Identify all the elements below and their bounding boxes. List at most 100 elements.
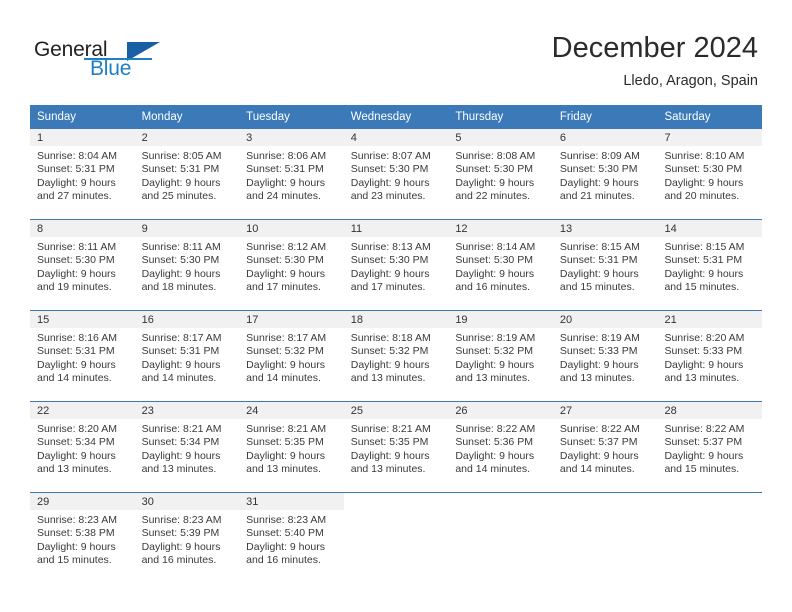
day-details: Sunrise: 8:23 AM Sunset: 5:39 PM Dayligh… [135, 510, 240, 568]
calendar-grid: Sunday Monday Tuesday Wednesday Thursday… [30, 105, 763, 575]
day-cell[interactable]: 28 Sunrise: 8:22 AM Sunset: 5:37 PM Dayl… [657, 402, 763, 484]
sunset-text: Sunset: 5:33 PM [559, 345, 638, 358]
daylight-text-line1: Daylight: 9 hours [246, 540, 325, 553]
daylight-text-line2: and 27 minutes. [37, 190, 112, 203]
day-cell[interactable]: 8 Sunrise: 8:11 AM Sunset: 5:30 PM Dayli… [30, 220, 135, 302]
day-cell[interactable]: 4 Sunrise: 8:07 AM Sunset: 5:30 PM Dayli… [343, 129, 449, 211]
daylight-text-line2: and 13 minutes. [141, 463, 217, 476]
day-number: 17 [239, 311, 344, 328]
day-cell[interactable]: 5 Sunrise: 8:08 AM Sunset: 5:30 PM Dayli… [448, 129, 553, 211]
sunset-text: Sunset: 5:37 PM [664, 436, 743, 449]
day-cell[interactable]: 30 Sunrise: 8:23 AM Sunset: 5:39 PM Dayl… [134, 493, 240, 575]
sunrise-text: Sunrise: 8:14 AM [455, 241, 536, 253]
day-number [344, 493, 449, 510]
sunset-text: Sunset: 5:34 PM [37, 436, 115, 449]
daylight-text-line2: and 24 minutes. [246, 190, 321, 203]
calendar-page: General Blue December 2024 Lledo, Aragon… [0, 0, 792, 612]
day-cell[interactable]: 27 Sunrise: 8:22 AM Sunset: 5:37 PM Dayl… [552, 402, 658, 484]
general-blue-logo[interactable]: General Blue [34, 38, 160, 84]
day-cell[interactable]: 25 Sunrise: 8:21 AM Sunset: 5:35 PM Dayl… [343, 402, 449, 484]
sunrise-text: Sunrise: 8:23 AM [141, 514, 222, 526]
sunset-text: Sunset: 5:30 PM [246, 254, 324, 267]
day-cell[interactable]: 3 Sunrise: 8:06 AM Sunset: 5:31 PM Dayli… [239, 129, 344, 211]
daylight-text-line2: and 15 minutes. [664, 281, 740, 294]
weekday-header-row: Sunday Monday Tuesday Wednesday Thursday… [30, 105, 762, 129]
day-cell[interactable]: 22 Sunrise: 8:20 AM Sunset: 5:34 PM Dayl… [30, 402, 135, 484]
daylight-text-line1: Daylight: 9 hours [246, 267, 325, 280]
day-cell[interactable]: 26 Sunrise: 8:22 AM Sunset: 5:36 PM Dayl… [448, 402, 553, 484]
day-cell[interactable]: 21 Sunrise: 8:20 AM Sunset: 5:33 PM Dayl… [657, 311, 763, 393]
daylight-text-line1: Daylight: 9 hours [455, 449, 535, 462]
sunset-text: Sunset: 5:32 PM [455, 345, 533, 358]
day-cell-empty [657, 493, 762, 575]
day-cell[interactable]: 9 Sunrise: 8:11 AM Sunset: 5:30 PM Dayli… [134, 220, 240, 302]
daylight-text-line2: and 20 minutes. [664, 190, 740, 203]
day-details: Sunrise: 8:11 AM Sunset: 5:30 PM Dayligh… [135, 237, 240, 295]
day-cell[interactable]: 24 Sunrise: 8:21 AM Sunset: 5:35 PM Dayl… [239, 402, 344, 484]
sunset-text: Sunset: 5:33 PM [664, 345, 743, 358]
daylight-text-line2: and 16 minutes. [141, 554, 217, 567]
day-cell[interactable]: 12 Sunrise: 8:14 AM Sunset: 5:30 PM Dayl… [448, 220, 553, 302]
day-cell[interactable]: 19 Sunrise: 8:19 AM Sunset: 5:32 PM Dayl… [448, 311, 553, 393]
daylight-text-line1: Daylight: 9 hours [455, 267, 535, 280]
daylight-text-line2: and 15 minutes. [37, 554, 112, 567]
sunrise-text: Sunrise: 8:17 AM [141, 332, 222, 344]
sunset-text: Sunset: 5:31 PM [141, 163, 220, 176]
day-details: Sunrise: 8:23 AM Sunset: 5:40 PM Dayligh… [239, 510, 344, 568]
daylight-text-line1: Daylight: 9 hours [141, 176, 221, 189]
day-number: 14 [657, 220, 763, 237]
day-details: Sunrise: 8:08 AM Sunset: 5:30 PM Dayligh… [448, 146, 553, 204]
day-cell[interactable]: 15 Sunrise: 8:16 AM Sunset: 5:31 PM Dayl… [30, 311, 135, 393]
sunrise-text: Sunrise: 8:11 AM [141, 241, 221, 253]
daylight-text-line2: and 13 minutes. [350, 463, 426, 476]
daylight-text-line2: and 23 minutes. [350, 190, 426, 203]
weekday-header-saturday: Saturday [664, 111, 711, 123]
sunset-text: Sunset: 5:34 PM [141, 436, 220, 449]
day-details: Sunrise: 8:22 AM Sunset: 5:36 PM Dayligh… [448, 419, 553, 477]
day-number: 22 [30, 402, 135, 419]
daylight-text-line2: and 13 minutes. [246, 463, 321, 476]
day-cell[interactable]: 17 Sunrise: 8:17 AM Sunset: 5:32 PM Dayl… [239, 311, 344, 393]
daylight-text-line1: Daylight: 9 hours [664, 449, 744, 462]
daylight-text-line2: and 21 minutes. [559, 190, 635, 203]
sunset-text: Sunset: 5:30 PM [664, 163, 743, 176]
day-cell[interactable]: 1 Sunrise: 8:04 AM Sunset: 5:31 PM Dayli… [30, 129, 135, 211]
location-subtitle: Lledo, Aragon, Spain [623, 73, 758, 89]
day-cell[interactable]: 31 Sunrise: 8:23 AM Sunset: 5:40 PM Dayl… [239, 493, 344, 575]
day-cell[interactable]: 6 Sunrise: 8:09 AM Sunset: 5:30 PM Dayli… [552, 129, 658, 211]
day-cell[interactable]: 10 Sunrise: 8:12 AM Sunset: 5:30 PM Dayl… [239, 220, 344, 302]
week-row: 29 Sunrise: 8:23 AM Sunset: 5:38 PM Dayl… [30, 492, 762, 575]
sunrise-text: Sunrise: 8:21 AM [141, 423, 222, 435]
sunrise-text: Sunrise: 8:21 AM [246, 423, 327, 435]
sunset-text: Sunset: 5:30 PM [455, 163, 533, 176]
sunrise-text: Sunrise: 8:21 AM [350, 423, 431, 435]
daylight-text-line2: and 18 minutes. [141, 281, 217, 294]
day-details: Sunrise: 8:05 AM Sunset: 5:31 PM Dayligh… [135, 146, 240, 204]
day-cell[interactable]: 16 Sunrise: 8:17 AM Sunset: 5:31 PM Dayl… [134, 311, 240, 393]
sunset-text: Sunset: 5:35 PM [246, 436, 324, 449]
sunrise-text: Sunrise: 8:04 AM [37, 150, 117, 162]
daylight-text-line1: Daylight: 9 hours [664, 176, 744, 189]
title-block: December 2024 Lledo, Aragon, Spain [552, 30, 758, 92]
day-details: Sunrise: 8:17 AM Sunset: 5:31 PM Dayligh… [135, 328, 240, 386]
sunset-text: Sunset: 5:31 PM [559, 254, 638, 267]
sunrise-text: Sunrise: 8:22 AM [664, 423, 745, 435]
day-cell-empty [448, 493, 553, 575]
day-details: Sunrise: 8:22 AM Sunset: 5:37 PM Dayligh… [553, 419, 658, 477]
daylight-text-line1: Daylight: 9 hours [141, 358, 221, 371]
day-cell[interactable]: 7 Sunrise: 8:10 AM Sunset: 5:30 PM Dayli… [657, 129, 763, 211]
day-cell[interactable]: 20 Sunrise: 8:19 AM Sunset: 5:33 PM Dayl… [552, 311, 658, 393]
day-cell[interactable]: 18 Sunrise: 8:18 AM Sunset: 5:32 PM Dayl… [343, 311, 449, 393]
daylight-text-line2: and 15 minutes. [559, 281, 635, 294]
day-cell[interactable]: 2 Sunrise: 8:05 AM Sunset: 5:31 PM Dayli… [134, 129, 240, 211]
day-cell[interactable]: 11 Sunrise: 8:13 AM Sunset: 5:30 PM Dayl… [343, 220, 449, 302]
day-cell[interactable]: 14 Sunrise: 8:15 AM Sunset: 5:31 PM Dayl… [657, 220, 763, 302]
day-cell[interactable]: 29 Sunrise: 8:23 AM Sunset: 5:38 PM Dayl… [30, 493, 135, 575]
daylight-text-line1: Daylight: 9 hours [141, 449, 221, 462]
daylight-text-line1: Daylight: 9 hours [350, 267, 430, 280]
day-cell[interactable]: 23 Sunrise: 8:21 AM Sunset: 5:34 PM Dayl… [134, 402, 240, 484]
day-cell[interactable]: 13 Sunrise: 8:15 AM Sunset: 5:31 PM Dayl… [552, 220, 658, 302]
day-details: Sunrise: 8:14 AM Sunset: 5:30 PM Dayligh… [448, 237, 553, 295]
day-number: 20 [552, 311, 658, 328]
daylight-text-line1: Daylight: 9 hours [559, 176, 639, 189]
